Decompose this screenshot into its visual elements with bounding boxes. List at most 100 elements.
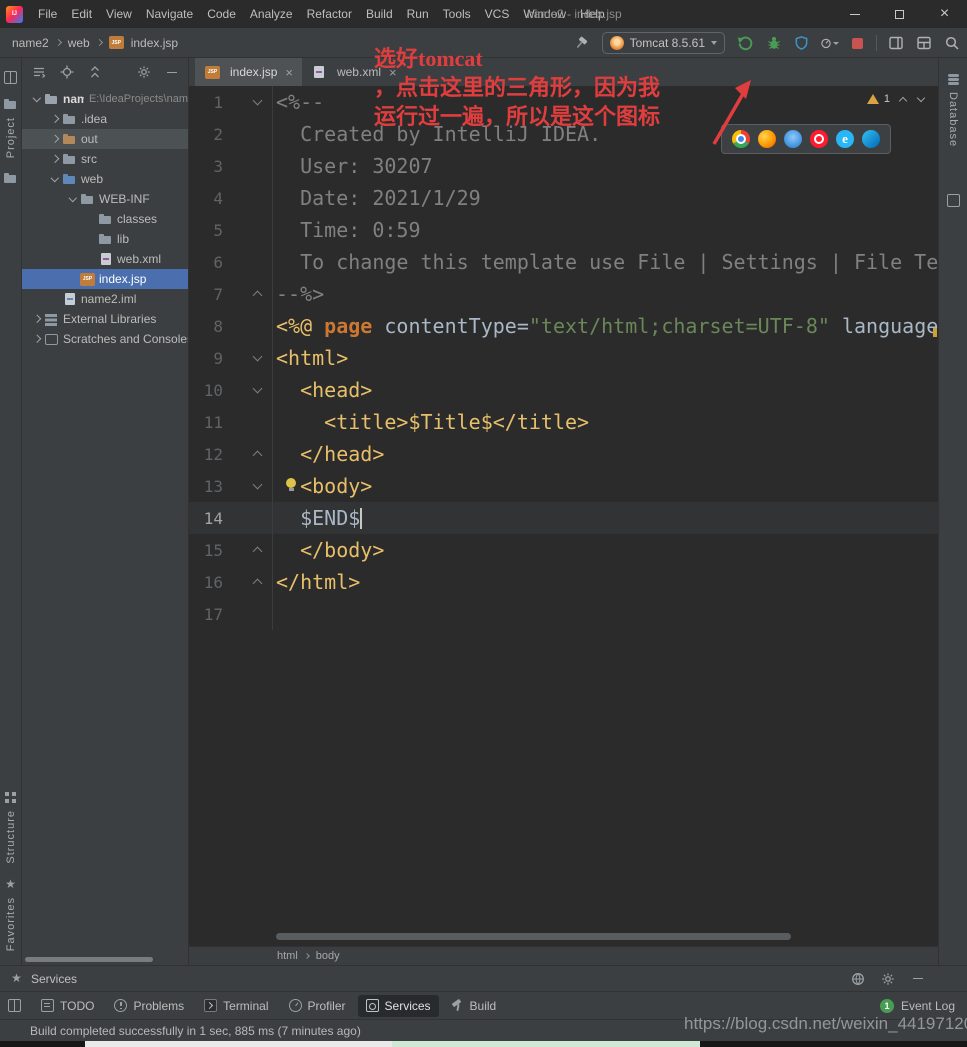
services-settings-gear-icon[interactable] (880, 971, 895, 986)
editor-line[interactable]: 11 <title>$Title$</title> (189, 406, 938, 438)
editor-line[interactable]: 16</html> (189, 566, 938, 598)
database-stripe-button[interactable]: Database (947, 73, 960, 147)
chevron-down-icon[interactable] (48, 173, 61, 186)
menu-code[interactable]: Code (200, 0, 243, 28)
tool-windows-icon[interactable] (886, 34, 905, 53)
menu-vcs[interactable]: VCS (478, 0, 517, 28)
toolwindow-button-build[interactable]: Build (443, 995, 505, 1017)
tree-item-idea[interactable]: .idea (22, 109, 188, 129)
menu-edit[interactable]: Edit (64, 0, 99, 28)
editor-line[interactable]: 4 Date: 2021/1/29 (189, 182, 938, 214)
chevron-right-icon[interactable] (30, 313, 43, 326)
group-by-icon[interactable] (850, 971, 865, 986)
event-log-button[interactable]: 1 Event Log (880, 999, 959, 1013)
editor-line[interactable]: 14 $END$ (189, 502, 938, 534)
stop-button[interactable] (848, 34, 867, 53)
chevron-down-icon[interactable] (30, 93, 43, 106)
menu-analyze[interactable]: Analyze (243, 0, 300, 28)
breadcrumb-web[interactable]: web (68, 36, 90, 50)
toolwindow-button-todo[interactable]: TODO (33, 995, 102, 1017)
editor-line[interactable]: 8<%@ page contentType="text/html;charset… (189, 310, 938, 342)
tree-item-out[interactable]: out (22, 129, 188, 149)
warning-stripe-mark[interactable] (933, 328, 937, 337)
tree-item-index-jsp[interactable]: JSPindex.jsp (22, 269, 188, 289)
hide-services-icon[interactable] (910, 971, 925, 986)
tree-item-scratches-and-consoles[interactable]: Scratches and Consoles (22, 329, 188, 349)
fold-open-icon[interactable] (251, 383, 265, 397)
editor-line[interactable]: 9<html> (189, 342, 938, 374)
close-button[interactable]: × (922, 0, 967, 28)
editor-line[interactable]: 13 <body> (189, 470, 938, 502)
layout-icon[interactable] (914, 34, 933, 53)
tree-item-web-inf[interactable]: WEB-INF (22, 189, 188, 209)
firefox-browser-icon[interactable] (758, 130, 776, 148)
safari-browser-icon[interactable] (784, 130, 802, 148)
tree-item-external-libraries[interactable]: External Libraries (22, 309, 188, 329)
inspection-widget[interactable]: 1 (863, 91, 930, 107)
prev-problem-icon[interactable] (899, 95, 908, 104)
favorites-stripe-button[interactable]: ★ Favorites (4, 878, 17, 951)
menu-run[interactable]: Run (400, 0, 436, 28)
profiler-button[interactable] (820, 34, 839, 53)
fold-close-icon[interactable] (251, 543, 265, 557)
intention-bulb-icon[interactable] (286, 478, 296, 488)
tree-item-web-xml[interactable]: web.xml (22, 249, 188, 269)
search-everywhere-icon[interactable] (942, 34, 961, 53)
breadcrumb-body[interactable]: body (316, 950, 340, 962)
editor-line[interactable]: 12 </head> (189, 438, 938, 470)
menu-view[interactable]: View (99, 0, 139, 28)
opera-browser-icon[interactable] (810, 130, 828, 148)
close-tab-icon[interactable]: × (285, 66, 293, 79)
folder-stripe-button[interactable] (4, 172, 17, 185)
chevron-right-icon[interactable] (48, 113, 61, 126)
toolwindow-button-services[interactable]: Services (358, 995, 439, 1017)
tree-item-classes[interactable]: classes (22, 209, 188, 229)
chevron-down-icon[interactable] (66, 193, 79, 206)
coverage-button[interactable] (792, 34, 811, 53)
next-problem-icon[interactable] (917, 95, 926, 104)
chevron-right-icon[interactable] (30, 333, 43, 346)
menu-build[interactable]: Build (359, 0, 400, 28)
locate-file-icon[interactable] (59, 65, 74, 80)
editor-horizontal-scrollbar[interactable] (276, 933, 791, 940)
fold-close-icon[interactable] (251, 575, 265, 589)
menu-navigate[interactable]: Navigate (139, 0, 200, 28)
debug-button[interactable] (764, 34, 783, 53)
editor-line[interactable]: 3 User: 30207 (189, 150, 938, 182)
tree-item-name2-iml[interactable]: name2.iml (22, 289, 188, 309)
fold-open-icon[interactable] (251, 479, 265, 493)
breadcrumb-html[interactable]: html (277, 950, 298, 962)
fold-open-icon[interactable] (251, 95, 265, 109)
edge-browser-icon[interactable] (862, 130, 880, 148)
editor-line[interactable]: 17 (189, 598, 938, 630)
tree-item-name2[interactable]: name2E:\IdeaProjects\nam (22, 89, 188, 109)
editor-line[interactable]: 7--%> (189, 278, 938, 310)
tree-item-lib[interactable]: lib (22, 229, 188, 249)
editor-line[interactable]: 5 Time: 0:59 (189, 214, 938, 246)
toolwindow-switcher-icon[interactable] (8, 999, 21, 1012)
collapse-all-icon[interactable] (87, 65, 102, 80)
editor-line[interactable]: 15 </body> (189, 534, 938, 566)
tree-item-web[interactable]: web (22, 169, 188, 189)
fold-close-icon[interactable] (251, 287, 265, 301)
project-view-selector-icon[interactable] (31, 65, 46, 80)
right-stripe-tool-button[interactable] (947, 194, 960, 207)
code-area[interactable]: 1<%--2 Created by IntelliJ IDEA.3 User: … (189, 86, 938, 946)
maximize-button[interactable] (877, 0, 922, 28)
hide-panel-icon[interactable] (164, 65, 179, 80)
menu-tools[interactable]: Tools (436, 0, 478, 28)
menu-file[interactable]: File (31, 0, 64, 28)
minimize-button[interactable] (832, 0, 877, 28)
services-panel-title[interactable]: Services (31, 972, 77, 986)
project-settings-gear-icon[interactable] (136, 65, 151, 80)
chevron-right-icon[interactable] (48, 153, 61, 166)
ie-browser-icon[interactable] (836, 130, 854, 148)
toolwindow-button-problems[interactable]: Problems (106, 995, 192, 1017)
rerun-button[interactable] (736, 34, 755, 53)
editor-line[interactable]: 6 To change this template use File | Set… (189, 246, 938, 278)
fold-open-icon[interactable] (251, 351, 265, 365)
menu-refactor[interactable]: Refactor (300, 0, 359, 28)
project-scrollbar[interactable] (25, 957, 153, 962)
breadcrumb-index-jsp[interactable]: index.jsp (131, 36, 178, 50)
structure-stripe-button[interactable]: Structure (4, 791, 17, 864)
